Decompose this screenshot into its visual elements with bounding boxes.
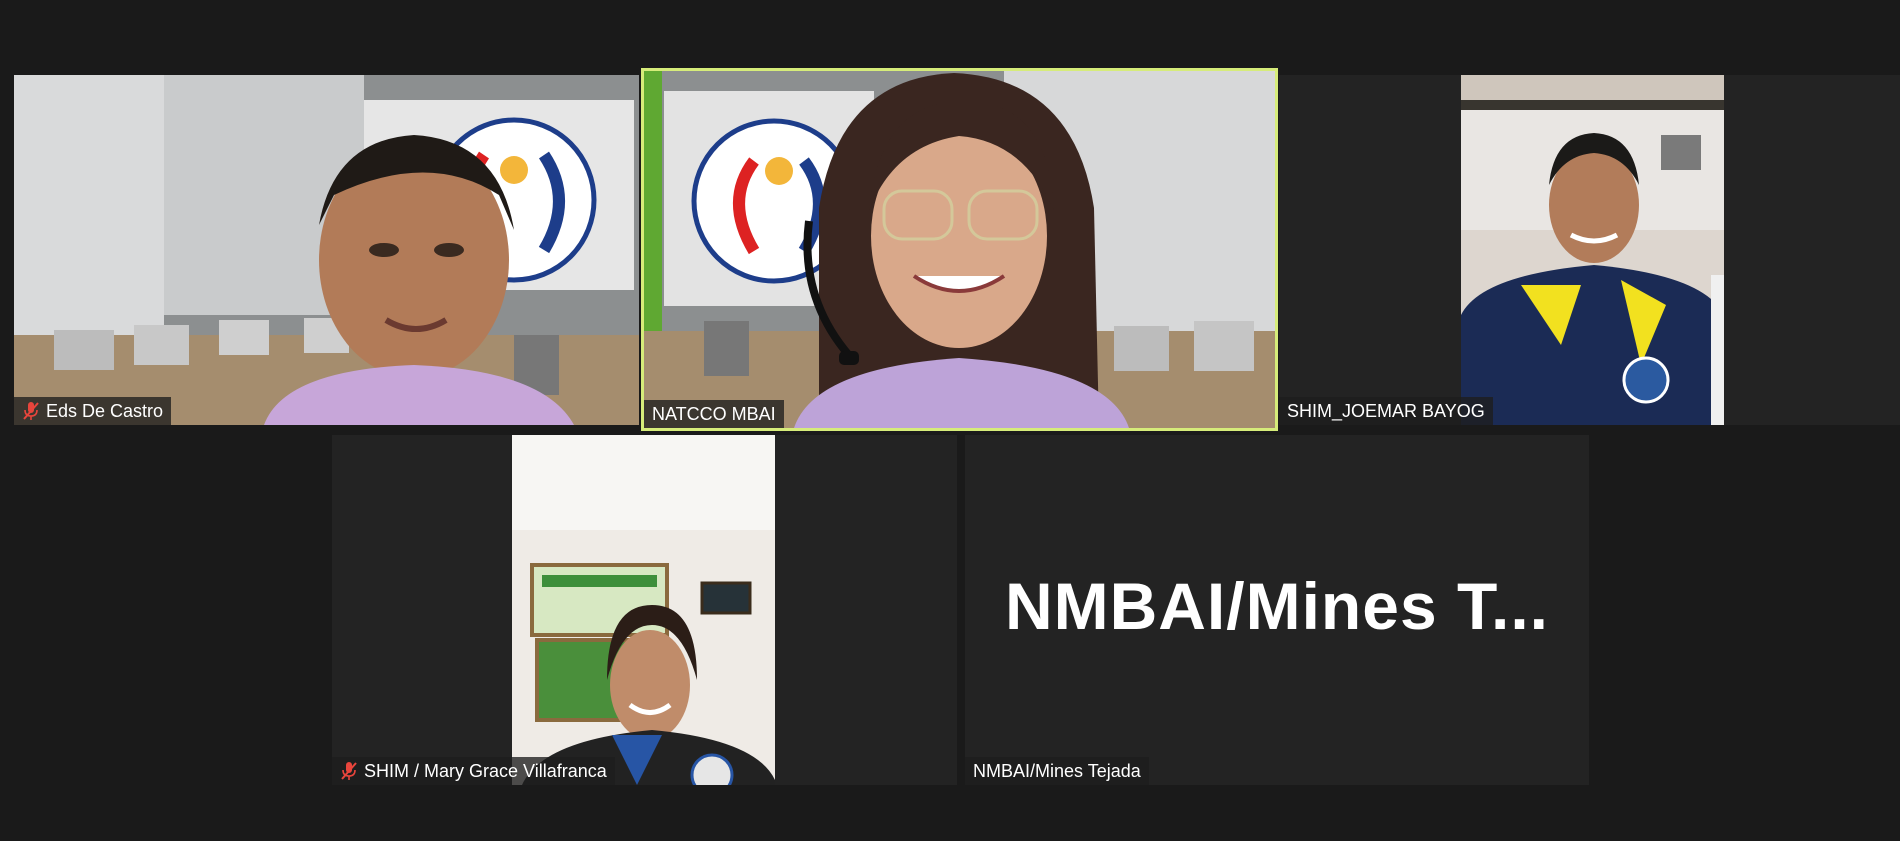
participant-name: NATCCO MBAI xyxy=(652,404,776,424)
participant-namebar: NATCCO MBAI xyxy=(644,400,784,428)
participant-name: NMBAI/Mines Tejada xyxy=(973,761,1141,781)
participant-namebar: Eds De Castro xyxy=(14,397,172,425)
participant-name: Eds De Castro xyxy=(46,401,164,421)
participant-video-natcco xyxy=(644,71,1275,428)
participant-namebar: NMBAI/Mines Tejada xyxy=(965,757,1149,785)
participant-tile-nmbai-mines-tejada[interactable]: NMBAI/Mines T... NMBAI/Mines Tejada xyxy=(965,435,1589,785)
participant-tile-eds-de-castro[interactable]: Eds De Castro xyxy=(14,75,639,425)
participant-placeholder-name: NMBAI/Mines T... xyxy=(1004,569,1550,644)
participant-name: SHIM / Mary Grace Villafranca xyxy=(364,761,607,781)
participant-namebar: SHIM_JOEMAR BAYOG xyxy=(1279,397,1493,425)
participant-namebar: SHIM / Mary Grace Villafranca xyxy=(332,757,615,785)
participant-video-eds xyxy=(14,75,639,425)
microphone-muted-icon xyxy=(23,402,39,420)
participant-tile-shim-joemar-bayog[interactable]: SHIM_JOEMAR BAYOG xyxy=(1279,75,1900,425)
participant-video-joemar xyxy=(1461,75,1724,425)
participant-tile-natcco-mbai[interactable]: NATCCO MBAI xyxy=(641,68,1278,431)
microphone-muted-icon xyxy=(341,762,357,780)
participant-video-mary-grace xyxy=(512,435,775,785)
participant-name: SHIM_JOEMAR BAYOG xyxy=(1287,401,1485,421)
participant-tile-shim-mary-grace-villafranca[interactable]: SHIM / Mary Grace Villafranca xyxy=(332,435,957,785)
